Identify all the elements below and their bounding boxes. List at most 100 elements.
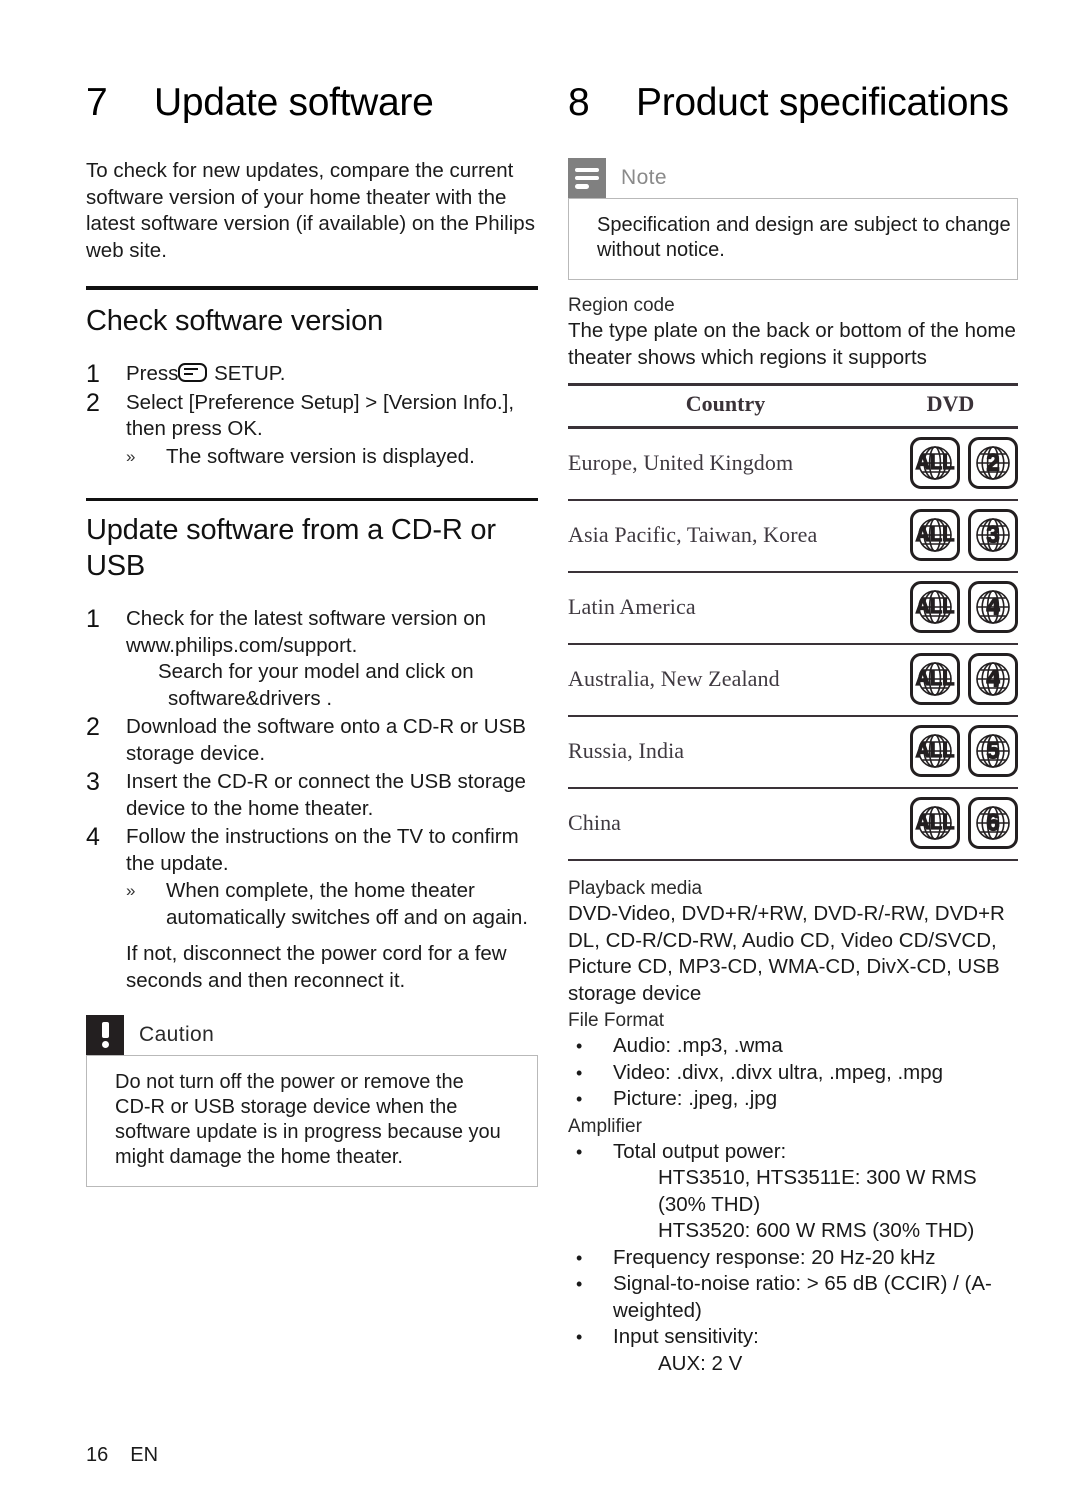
caution-label: Caution <box>139 1022 215 1046</box>
substep-text: The software version is displayed. <box>166 444 475 468</box>
svg-text:ALL: ALL <box>916 740 955 762</box>
step-item: 2 Select [Preference Setup] > [Version I… <box>86 390 538 471</box>
svg-text:6: 6 <box>986 810 999 837</box>
svg-text:4: 4 <box>986 594 1000 621</box>
step-line-2: then press OK. <box>126 417 263 441</box>
table-row: Europe, United Kingdom ALL 2 <box>568 427 1018 502</box>
bullet-marker: • <box>576 1036 583 1057</box>
step-number: 2 <box>86 388 100 417</box>
dvd-region-icon-6: 6 <box>968 797 1018 850</box>
table-header-row: Country DVD <box>568 383 1018 430</box>
dvd-icon-group: ALL 3 <box>883 509 1018 562</box>
spec-sub-line: AUX: 2 V <box>658 1351 743 1375</box>
step-item: 1 Press SETUP. <box>86 361 538 388</box>
step-item: 2 Download the software onto a CD-R or U… <box>86 714 538 767</box>
step-note-line-1: Search for your model and click on <box>158 660 474 684</box>
note-lines-icon <box>568 158 606 199</box>
svg-text:ALL: ALL <box>916 524 955 546</box>
cell-country: Asia Pacific, Taiwan, Korea <box>568 500 883 574</box>
dvd-icon-group: ALL 4 <box>883 581 1018 634</box>
list-item: • Video: .divx, .divx ultra, .mpeg, .mpg <box>568 1060 1018 1087</box>
list-item-text: Video: .divx, .divx ultra, .mpeg, .mpg <box>613 1060 944 1084</box>
step-body: Check for the latest software version on… <box>126 607 487 657</box>
caution-header: Caution <box>86 1014 538 1055</box>
dvd-region-icon-all: ALL <box>910 509 960 562</box>
amplifier-list: • Total output power: HTS3510, HTS3511E:… <box>568 1139 1018 1378</box>
step-number: 2 <box>86 713 100 742</box>
list-item-text: Audio: .mp3, .wma <box>613 1034 783 1058</box>
cell-dvd: ALL 4 <box>883 572 1018 646</box>
table-row: Australia, New Zealand ALL 4 <box>568 644 1018 718</box>
table-row: Russia, India ALL 5 <box>568 716 1018 790</box>
column-header-dvd: DVD <box>883 383 1018 430</box>
chapter-heading-update-software: 7 Update software <box>86 81 538 124</box>
dvd-region-icon-4: 4 <box>968 581 1018 634</box>
bullet-marker: • <box>576 1141 583 1162</box>
note-line: without notice. <box>597 239 725 262</box>
substep-item: » The software version is displayed. <box>126 444 538 471</box>
dvd-icon-group: ALL 5 <box>883 725 1018 778</box>
playback-media-value: DVD-Video, DVD+R/+RW, DVD-R/-RW, DVD+R D… <box>568 902 1005 1005</box>
list-item: • Total output power: HTS3510, HTS3511E:… <box>568 1139 1018 1245</box>
table-row: China ALL 6 <box>568 788 1018 862</box>
caution-line: might damage the home theater. <box>115 1145 403 1168</box>
section-heading-update-from-cdr-usb: Update software from a CD-R or USB <box>86 514 496 582</box>
section-divider <box>86 498 538 502</box>
list-item: • Input sensitivity: AUX: 2 V <box>568 1324 1018 1377</box>
list-item-text: Input sensitivity: AUX: 2 V <box>613 1324 1018 1377</box>
page-number: 16 <box>86 1444 109 1466</box>
steps-update-software: 1 Check for the latest software version … <box>86 606 538 931</box>
spec-sub-line: HTS3520: 600 W RMS (30% THD) <box>658 1219 975 1243</box>
dvd-region-icon-5: 5 <box>968 725 1018 778</box>
caution-body: Do not turn off the power or remove the … <box>86 1054 538 1187</box>
closing-paragraph: If not, disconnect the power cord for a … <box>126 942 507 992</box>
caution-callout: Caution Do not turn off the power or rem… <box>86 1014 538 1187</box>
list-item: • Audio: .mp3, .wma <box>568 1033 1018 1060</box>
spec-sub-line: HTS3510, HTS3511E: 300 W RMS <box>658 1166 977 1190</box>
section-heading-check-software-version: Check software version <box>86 305 383 338</box>
cell-country: Russia, India <box>568 716 883 790</box>
language-code: EN <box>130 1444 159 1466</box>
region-code-label: Region code <box>568 295 675 317</box>
dvd-region-icon-all: ALL <box>910 725 960 778</box>
cell-country: Australia, New Zealand <box>568 644 883 718</box>
step-body: Follow the instructions on the TV to con… <box>126 825 519 875</box>
dvd-icon-group: ALL 2 <box>883 437 1018 490</box>
caution-line: CD-R or USB storage device when the <box>115 1095 458 1118</box>
list-item-text: Signal-to-noise ratio: > 65 dB (CCIR) / … <box>613 1272 992 1322</box>
right-column: 8 Product specifications Note Specificat… <box>568 81 1018 1378</box>
step-text: Press SETUP. <box>126 361 538 388</box>
caution-line: Do not turn off the power or remove the <box>115 1070 464 1093</box>
svg-text:ALL: ALL <box>916 668 955 690</box>
step-text: Check for the latest software version on… <box>126 606 538 712</box>
cell-dvd: ALL 2 <box>883 427 1018 502</box>
exclamation-icon <box>86 1014 124 1055</box>
note-header: Note <box>568 158 1018 199</box>
step-text: Select [Preference Setup] > [Version Inf… <box>126 390 538 471</box>
step-number: 3 <box>86 768 100 797</box>
list-item: • Frequency response: 20 Hz-20 kHz <box>568 1245 1018 1272</box>
step-item: 4 Follow the instructions on the TV to c… <box>86 824 538 931</box>
chapter-number: 7 <box>86 81 108 124</box>
step-note-line-2: software&drivers . <box>168 686 333 710</box>
substep-marker: » <box>126 446 136 466</box>
step-text: Follow the instructions on the TV to con… <box>126 824 538 931</box>
setup-button-icon <box>178 363 208 383</box>
table-body: Europe, United Kingdom ALL 2 Asia Pacific, … <box>568 427 1018 862</box>
cell-dvd: ALL 4 <box>883 644 1018 718</box>
dvd-icon-group: ALL 6 <box>883 797 1018 850</box>
file-format-label: File Format <box>568 1010 665 1032</box>
list-item-text: Frequency response: 20 Hz-20 kHz <box>613 1245 936 1269</box>
region-code-table: Country DVD Europe, United Kingdom ALL 2 As… <box>568 383 1018 862</box>
table-header: Country DVD <box>568 383 1018 430</box>
playback-media-label: Playback media <box>568 878 703 900</box>
list-item-text: Picture: .jpeg, .jpg <box>613 1087 778 1111</box>
page-footer: 16 EN <box>86 1444 158 1467</box>
bullet-marker: • <box>576 1274 583 1295</box>
bullet-marker: • <box>576 1062 583 1083</box>
step-text: Download the software onto a CD-R or USB… <box>126 715 526 765</box>
chapter-title: Product specifications <box>636 81 1009 124</box>
left-column: 7 Update software To check for new updat… <box>86 81 538 1187</box>
dvd-region-icon-all: ALL <box>910 653 960 706</box>
list-item: • Picture: .jpeg, .jpg <box>568 1086 1018 1113</box>
